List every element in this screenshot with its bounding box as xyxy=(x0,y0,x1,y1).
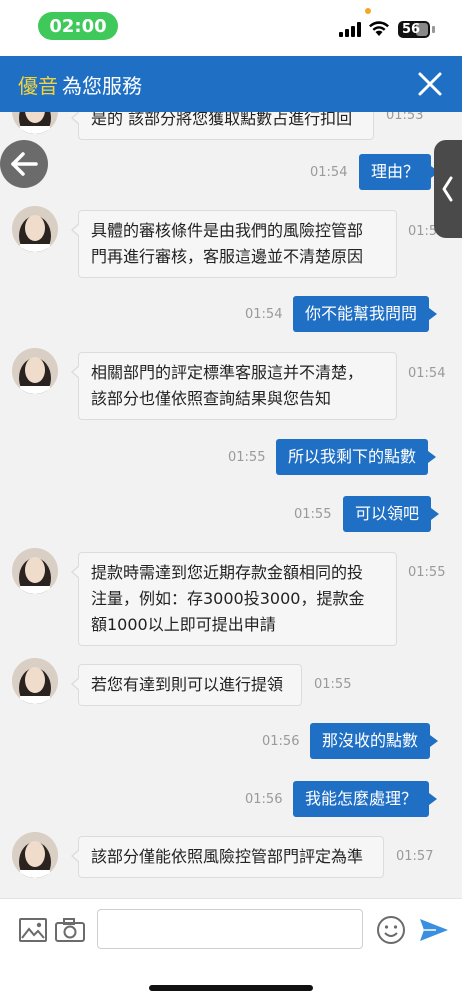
emoji-icon[interactable] xyxy=(376,915,406,945)
message-text-line: 門再進行審核，客服這邊並不清楚原因 xyxy=(91,247,364,266)
message-bubble-user: 所以我剩下的點數 xyxy=(276,439,437,475)
status-bar: 02:00 56 xyxy=(0,0,462,56)
message-text: 你不能幫我問問 xyxy=(305,304,418,323)
message-time: 01:55 xyxy=(294,507,332,522)
agent-avatar xyxy=(12,348,58,394)
chat-header: 優音 為您服務 xyxy=(0,56,462,112)
battery-level: 56 xyxy=(402,22,421,37)
message-bubble-agent: 提款時需達到您近期存款金額相同的投 注量，例如：存3000投3000，提款金 額… xyxy=(71,552,397,646)
side-drawer-tab[interactable] xyxy=(434,140,462,238)
message-text: 我能怎麼處理？ xyxy=(305,789,418,808)
message-bubble-agent: 是的 該部分將您獲取點數占進行扣回 xyxy=(71,112,374,140)
camera-icon[interactable] xyxy=(54,917,86,943)
message-text-line: 提款時需達到您近期存款金額相同的投 xyxy=(91,563,364,582)
chevron-left-icon xyxy=(442,176,453,202)
message-time: 01:57 xyxy=(396,849,434,864)
message-time: 01:56 xyxy=(262,734,300,749)
chat-area[interactable]: 是的 該部分將您獲取點數占進行扣回 01:53 01:54 理由？ 具體的審核條… xyxy=(0,112,462,898)
message-bubble-user: 理由？ xyxy=(359,154,440,190)
agent-avatar xyxy=(12,112,58,134)
message-time: 01:54 xyxy=(245,307,283,322)
back-arrow-icon xyxy=(11,152,38,176)
header-title: 為您服務 xyxy=(62,74,142,98)
battery-icon: 56 xyxy=(398,21,430,38)
message-text: 該部分僅能依照風險控管部門評定為準 xyxy=(91,847,364,866)
message-text-line: 具體的審核條件是由我們的風險控管部 xyxy=(91,221,364,240)
agent-avatar xyxy=(12,548,58,594)
message-time: 01:56 xyxy=(245,792,283,807)
message-input[interactable] xyxy=(97,909,363,949)
message-text: 是的 該部分將您獲取點數占進行扣回 xyxy=(91,112,353,128)
message-time: 01:55 xyxy=(314,677,352,692)
message-bubble-agent: 若您有達到則可以進行提領 xyxy=(71,664,302,706)
message-text-line: 該部分也僅依照查詢結果與您告知 xyxy=(91,389,332,408)
message-time: 01:53 xyxy=(386,112,424,123)
agent-avatar xyxy=(12,658,58,704)
message-bubble-user: 我能怎麼處理？ xyxy=(293,781,438,817)
signal-icon xyxy=(339,22,361,37)
message-text: 若您有達到則可以進行提領 xyxy=(91,675,284,694)
agent-avatar xyxy=(12,832,58,878)
privacy-indicator xyxy=(365,8,371,14)
wifi-icon xyxy=(369,21,389,36)
image-icon[interactable] xyxy=(18,917,48,943)
battery-cap xyxy=(432,26,435,33)
message-bubble-agent: 相關部門的評定標準客服這并不清楚， 該部分也僅依照查詢結果與您告知 xyxy=(71,352,397,420)
message-text: 所以我剩下的點數 xyxy=(288,447,417,466)
message-time: 01:54 xyxy=(310,165,348,180)
back-button[interactable] xyxy=(0,140,48,188)
message-bubble-user: 可以領吧 xyxy=(343,496,440,532)
message-time: 01:54 xyxy=(408,366,446,381)
send-icon[interactable] xyxy=(418,917,450,943)
message-text: 那沒收的點數 xyxy=(322,731,419,750)
message-text-line: 注量，例如：存3000投3000，提款金 xyxy=(91,589,365,608)
message-text: 可以領吧 xyxy=(355,504,420,523)
message-bubble-user: 你不能幫我問問 xyxy=(293,296,438,332)
close-icon[interactable] xyxy=(414,68,446,100)
message-text-line: 相關部門的評定標準客服這并不清楚， xyxy=(91,363,364,382)
message-bubble-user: 那沒收的點數 xyxy=(310,723,439,759)
message-text: 理由？ xyxy=(371,162,420,181)
message-bubble-agent: 具體的審核條件是由我們的風險控管部 門再進行審核，客服這邊並不清楚原因 xyxy=(71,210,397,278)
message-bubble-agent: 該部分僅能依照風險控管部門評定為準 xyxy=(71,836,384,878)
message-text-line: 額1000以上即可提出申請 xyxy=(91,615,276,634)
brand-name: 優音 xyxy=(18,74,58,98)
home-indicator xyxy=(149,985,313,991)
status-time: 02:00 xyxy=(38,12,118,40)
message-time: 01:55 xyxy=(408,565,446,580)
message-input-bar xyxy=(0,898,462,1000)
message-time: 01:55 xyxy=(228,450,266,465)
agent-avatar xyxy=(12,206,58,252)
